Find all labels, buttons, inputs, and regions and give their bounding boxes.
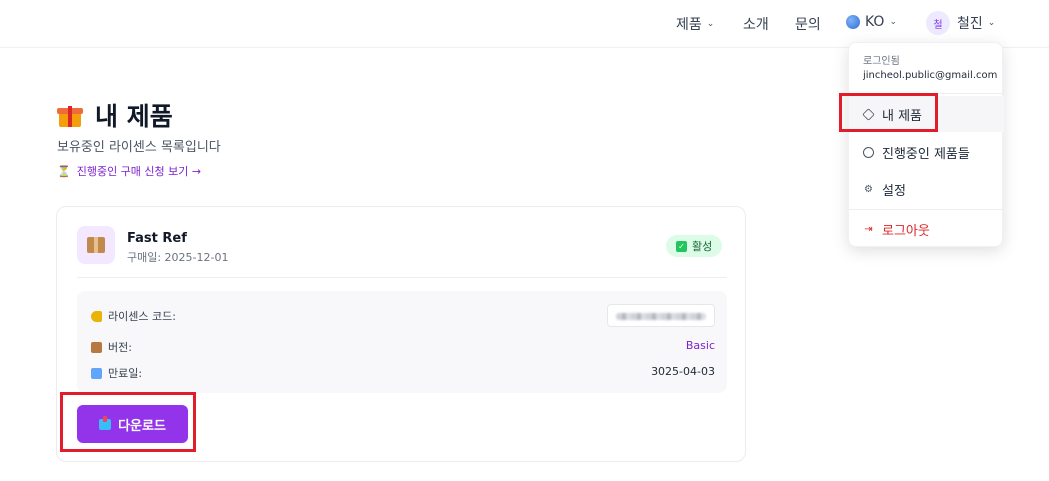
divider <box>77 277 727 278</box>
avatar: 철 <box>926 11 950 35</box>
user-email: jincheol.public@gmail.com <box>863 70 998 81</box>
nav-contact-link[interactable]: 문의 <box>795 14 821 34</box>
pending-requests-label: 진행중인 구매 신청 보기 → <box>76 165 202 178</box>
package-icon <box>77 226 115 264</box>
clock-icon <box>863 146 874 158</box>
hourglass-icon: ⏳ <box>57 164 71 178</box>
expiry-row: 만료일: <box>91 365 142 381</box>
username-label: 철진 <box>957 16 983 32</box>
pending-requests-link[interactable]: ⏳ 진행중인 구매 신청 보기 → <box>57 163 201 179</box>
chevron-down-icon: ⌄ <box>987 18 996 28</box>
nav-products-label: 제품 <box>676 17 702 33</box>
language-selector[interactable]: KO ⌄ <box>846 14 897 30</box>
nav-contact-label: 문의 <box>795 17 821 33</box>
license-details: 라이센스 코드: 버전: Basic 만료일: 3025-04-03 <box>77 291 727 393</box>
license-code-row: 라이센스 코드: <box>91 308 176 324</box>
menu-account-info: 로그인됨 jincheol.public@gmail.com <box>863 52 998 81</box>
license-code-blurred <box>616 313 706 320</box>
user-menu-button[interactable]: 철 철진 ⌄ <box>926 11 995 35</box>
top-navbar: 제품 ⌄ 소개 문의 KO ⌄ 철 철진 ⌄ <box>0 0 1049 48</box>
product-name: Fast Ref <box>127 231 187 246</box>
logout-icon: ⇥ <box>864 223 873 235</box>
gear-icon: ⚙ <box>864 183 873 195</box>
menu-item-settings[interactable]: ⚙ 설정 <box>849 171 1004 207</box>
gift-icon <box>57 102 83 128</box>
expiry-label: 만료일: <box>108 367 143 380</box>
status-label: 활성 <box>692 240 713 253</box>
menu-divider <box>849 209 1004 210</box>
chevron-down-icon: ⌄ <box>889 17 897 27</box>
menu-item-label: 진행중인 제품들 <box>882 146 970 162</box>
chevron-down-icon: ⌄ <box>706 19 715 29</box>
logged-in-label: 로그인됨 <box>863 56 900 67</box>
language-label: KO <box>865 14 885 30</box>
user-dropdown-menu: 로그인됨 jincheol.public@gmail.com 내 제품 진행중인… <box>848 42 1004 247</box>
page-subtitle: 보유중인 라이센스 목록입니다 <box>57 140 221 155</box>
expiry-value: 3025-04-03 <box>651 365 715 378</box>
menu-item-pending-products[interactable]: 진행중인 제품들 <box>849 134 1004 170</box>
nav-products-menu[interactable]: 제품 ⌄ <box>676 14 714 34</box>
page-title-text: 내 제품 <box>95 102 173 131</box>
package-icon <box>91 341 102 353</box>
version-row: 버전: <box>91 339 132 355</box>
status-badge: ✓ 활성 <box>666 235 723 257</box>
key-icon <box>91 310 102 322</box>
purchase-date: 구매일: 2025-12-01 <box>127 251 229 264</box>
license-code-field[interactable] <box>607 304 715 327</box>
highlight-box-download <box>60 392 196 452</box>
license-code-label: 라이센스 코드: <box>108 310 176 323</box>
menu-item-label: 로그아웃 <box>882 223 930 239</box>
globe-icon <box>846 15 860 29</box>
check-icon: ✓ <box>676 240 687 252</box>
highlight-box-my-products <box>839 93 938 132</box>
nav-about-link[interactable]: 소개 <box>743 14 769 34</box>
version-label: 버전: <box>108 341 132 354</box>
calendar-icon <box>91 367 102 379</box>
menu-item-label: 설정 <box>882 183 906 199</box>
page-title: 내 제품 <box>57 97 173 133</box>
version-value: Basic <box>685 339 715 352</box>
menu-item-logout[interactable]: ⇥ 로그아웃 <box>849 211 1004 247</box>
nav-about-label: 소개 <box>743 17 769 33</box>
